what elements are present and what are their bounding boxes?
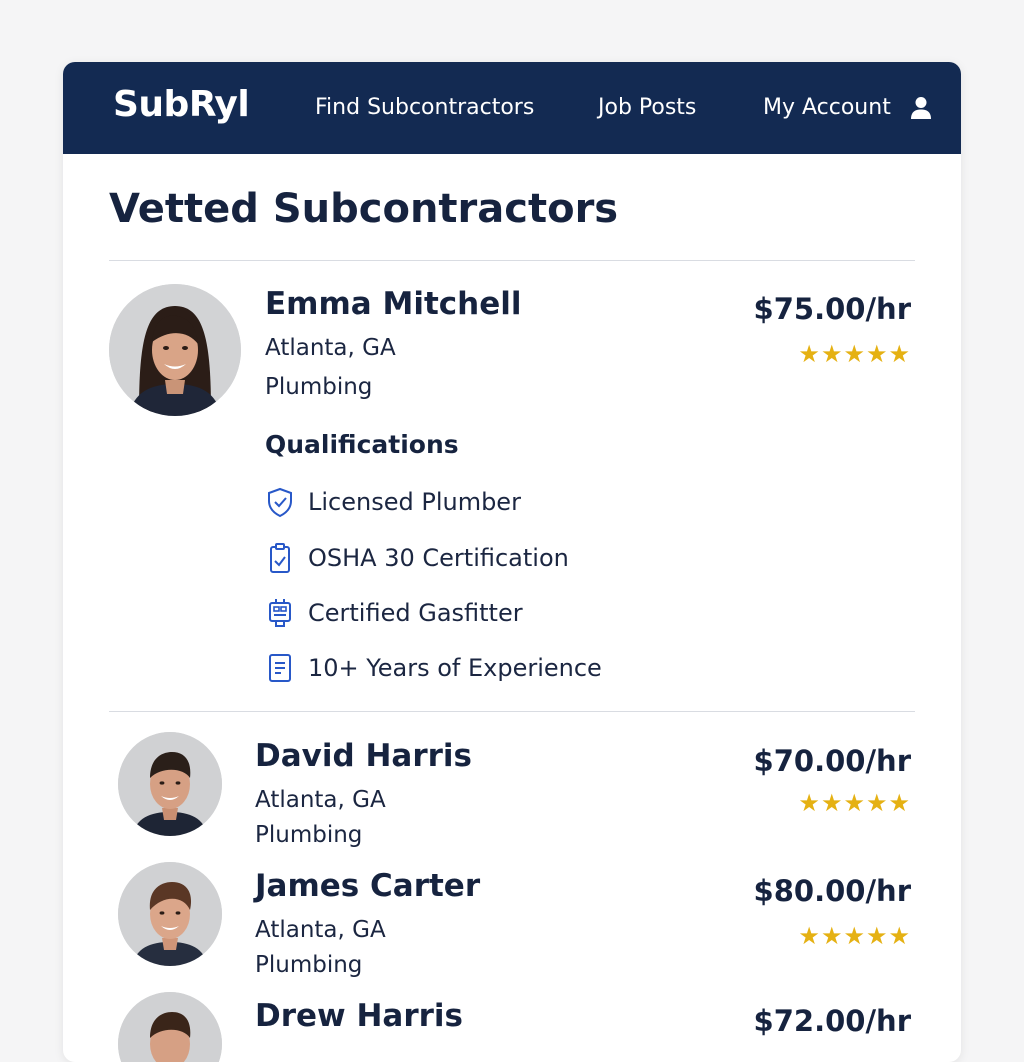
avatar [118,862,222,966]
subcontractor-location: Atlanta, GA [255,787,386,813]
qualification-label: 10+ Years of Experience [308,654,602,682]
subcontractor-name[interactable]: Emma Mitchell [265,286,522,322]
star-rating: ★★★★★ [798,340,911,368]
qualification-label: Certified Gasfitter [308,599,523,627]
hourly-rate: $72.00/hr [753,1004,911,1038]
subcontractor-list-card: SubRyl Find Subcontractors Job Posts My … [63,62,961,1062]
avatar [109,284,241,416]
nav-job-posts[interactable]: Job Posts [598,95,696,120]
avatar [118,992,222,1062]
qualification-item: Licensed Plumber [265,484,521,520]
page-title: Vetted Subcontractors [109,186,619,232]
subcontractor-trade: Plumbing [255,822,363,848]
qualification-label: OSHA 30 Certification [308,544,569,572]
qualifications-heading: Qualifications [265,430,459,459]
title-divider [109,260,915,261]
hourly-rate: $80.00/hr [753,874,911,908]
subcontractor-trade: Plumbing [265,374,373,400]
top-navbar: SubRyl Find Subcontractors Job Posts My … [63,62,961,154]
subcontractor-location: Atlanta, GA [265,335,396,361]
subcontractor-name[interactable]: Drew Harris [255,998,463,1034]
document-icon [269,654,291,682]
user-icon[interactable] [910,96,932,120]
shield-check-icon [268,487,292,518]
star-rating: ★★★★★ [798,922,911,950]
qualification-item: OSHA 30 Certification [265,540,569,576]
subcontractor-name[interactable]: David Harris [255,738,472,774]
qualification-label: Licensed Plumber [308,488,521,516]
star-rating: ★★★★★ [798,789,911,817]
subcontractor-name[interactable]: James Carter [255,868,480,904]
clipboard-check-icon [270,543,290,573]
hourly-rate: $70.00/hr [753,744,911,778]
gas-meter-icon [269,599,291,627]
nav-my-account[interactable]: My Account [763,95,891,120]
qualification-item: 10+ Years of Experience [265,650,602,686]
qualification-item: Certified Gasfitter [265,595,523,631]
subcontractor-location: Atlanta, GA [255,917,386,943]
list-divider [109,711,915,712]
hourly-rate: $75.00/hr [753,292,911,326]
subcontractor-trade: Plumbing [255,952,363,978]
brand-logo[interactable]: SubRyl [113,84,250,125]
avatar [118,732,222,836]
nav-find-subcontractors[interactable]: Find Subcontractors [315,95,534,120]
